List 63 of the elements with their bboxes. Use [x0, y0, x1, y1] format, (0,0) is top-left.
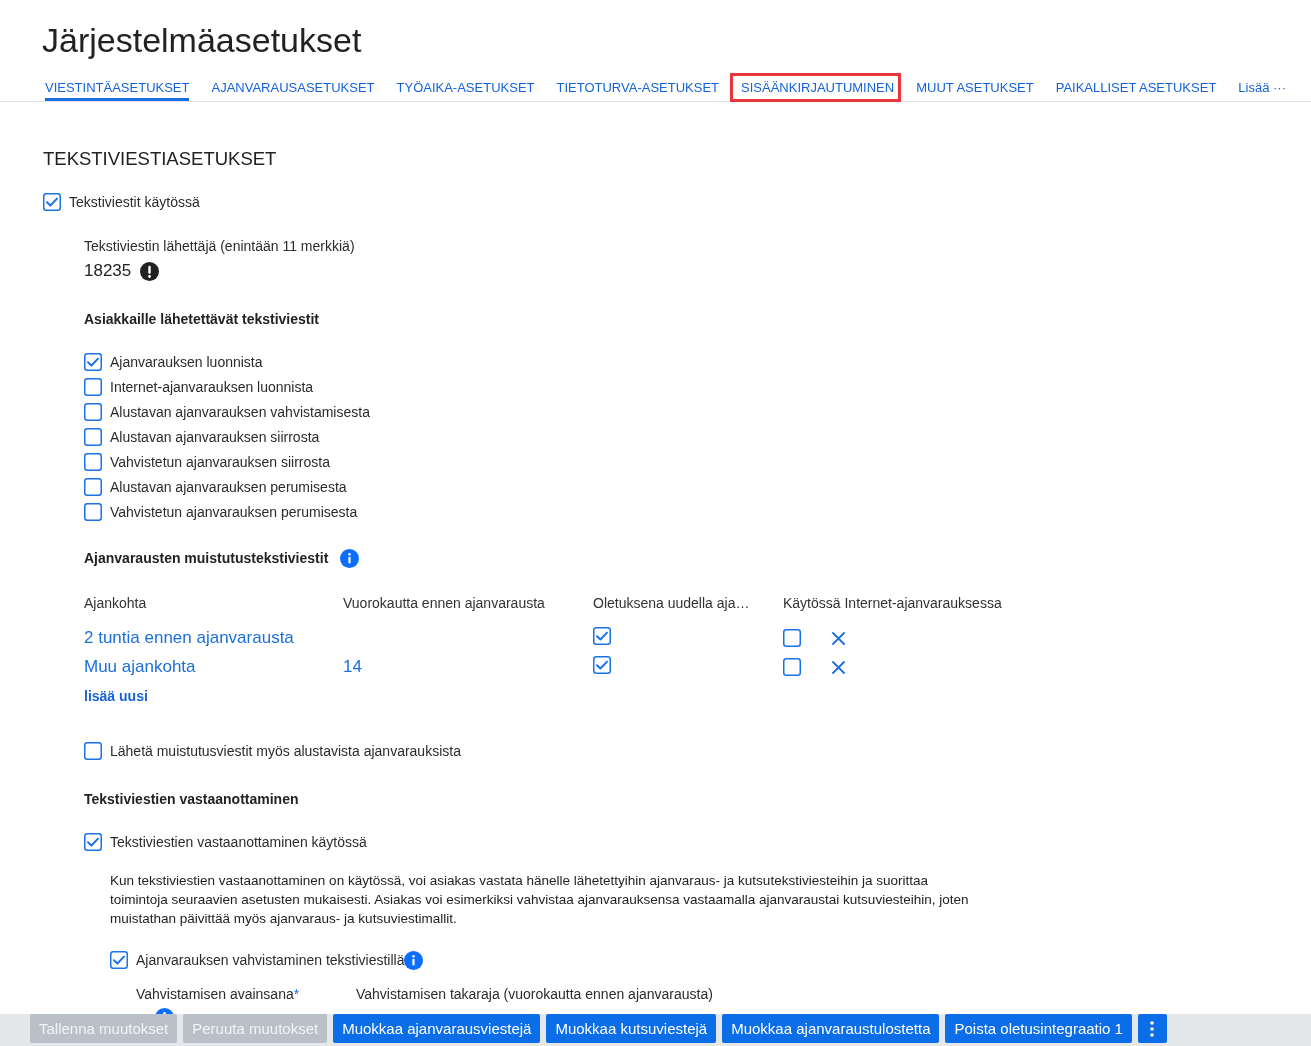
- add-new-link[interactable]: lisää uusi: [84, 686, 148, 706]
- subsection-heading: Tekstiviestien vastaanottaminen: [84, 790, 299, 809]
- checkbox-label: Alustavan ajanvarauksen vahvistamisesta: [110, 403, 370, 422]
- field-label: Vahvistamisen takaraja (vuorokautta ennen ajanvarausta): [356, 985, 714, 1004]
- checkbox-label: Tekstiviestit käytössä: [69, 193, 200, 212]
- exclamation-icon: [140, 261, 160, 281]
- action-button[interactable]: Poista oletusintegraatio 1: [945, 1014, 1132, 1043]
- tab[interactable]: MUUT ASETUKSET: [916, 76, 1034, 101]
- column-header: Ajankohta: [84, 594, 147, 613]
- subsection-heading: Asiakkaille lähetettävät tekstiviestit: [84, 310, 319, 329]
- page-title: Järjestelmäasetukset: [42, 20, 362, 60]
- checkbox[interactable]: [84, 453, 102, 471]
- checkbox[interactable]: [783, 629, 801, 647]
- tab[interactable]: AJANVARAUSASETUKSET: [211, 76, 375, 101]
- tab[interactable]: VIESTINTÄASETUKSET: [45, 76, 190, 101]
- checkbox[interactable]: [783, 658, 801, 676]
- checkbox[interactable]: [593, 627, 611, 645]
- checkbox-label: Lähetä muistutusviestit myös alustavista ajanvarauksista: [110, 742, 461, 761]
- checkbox-label: Alustavan ajanvarauksen siirrosta: [110, 428, 320, 447]
- days-link[interactable]: 14: [343, 657, 362, 676]
- action-button[interactable]: Muokkaa ajanvarausviestejä: [333, 1014, 541, 1043]
- section-heading: TEKSTIVIESTIASETUKSET: [43, 147, 277, 171]
- field-label: Vahvistamisen avainsana*: [136, 985, 301, 1004]
- close-icon[interactable]: [832, 660, 845, 674]
- checkbox-label: Tekstiviestien vastaanottaminen käytössä: [110, 833, 367, 852]
- checkbox-label: Ajanvarauksen luonnista: [110, 353, 263, 372]
- close-icon[interactable]: [832, 631, 845, 645]
- more-tabs-button[interactable]: Lisää ···: [1238, 76, 1286, 101]
- checkbox[interactable]: [84, 478, 102, 496]
- checkbox[interactable]: [84, 742, 102, 760]
- checkbox[interactable]: [84, 833, 102, 851]
- checkbox-label: Vahvistetun ajanvarauksen siirrosta: [110, 453, 330, 472]
- tab[interactable]: PAIKALLISET ASETUKSET: [1055, 76, 1217, 101]
- column-header: Oletuksena uudella aja…: [593, 594, 750, 613]
- action-button[interactable]: Muokkaa ajanvaraustulostetta: [722, 1014, 940, 1043]
- tab[interactable]: TIETOTURVA-ASETUKSET: [556, 76, 720, 101]
- description-text: Kun tekstiviestien vastaanottaminen on käytössä, voi asiakas vastata hänelle lähetettyihin ajanvaraus- ja kutsutekstiviesteihin ja suorittaa toimintoja seuraavien asetusten mukaisesti. Asiakas voi esimerkiksi vahvistaa ajanvarauksensa vastaamalla ajanvaraustai kutsuviesteihin, joten muistathan päivittää myös ajanvaraus- ja kutsuviestimallit.: [110, 871, 970, 928]
- timing-link[interactable]: Muu ajankohta: [84, 656, 196, 678]
- info-icon[interactable]: [404, 950, 424, 970]
- tab[interactable]: SISÄÄNKIRJAUTUMINEN: [741, 76, 895, 101]
- checkbox[interactable]: [593, 656, 611, 674]
- checkbox[interactable]: [43, 193, 61, 211]
- sender-value: 18235: [84, 261, 132, 281]
- tab[interactable]: TYÖAIKA-ASETUKSET: [396, 76, 535, 101]
- checkbox[interactable]: [84, 353, 102, 371]
- action-button[interactable]: Muokkaa kutsuviestejä: [546, 1014, 717, 1043]
- kebab-menu-icon: [1150, 1020, 1155, 1037]
- checkbox-label: Internet-ajanvarauksen luonnista: [110, 378, 314, 397]
- checkbox[interactable]: [84, 403, 102, 421]
- checkbox[interactable]: [84, 428, 102, 446]
- checkbox-label: Alustavan ajanvarauksen perumisesta: [110, 478, 347, 497]
- checkbox[interactable]: [84, 378, 102, 396]
- column-header: Vuorokautta ennen ajanvarausta: [343, 594, 545, 613]
- checkbox[interactable]: [110, 951, 128, 969]
- checkbox-label: Vahvistetun ajanvarauksen perumisesta: [110, 503, 358, 522]
- subsection-heading: Ajanvarausten muistutustekstiviestit: [84, 549, 329, 568]
- field-label: Tekstiviestin lähettäjä (enintään 11 merkkiä): [84, 237, 355, 256]
- checkbox-label: Ajanvarauksen vahvistaminen tekstiviestillä: [136, 951, 405, 970]
- info-icon[interactable]: [340, 548, 360, 568]
- more-options-button[interactable]: [1137, 1014, 1167, 1043]
- column-header: Käytössä Internet-ajanvarauksessa: [783, 594, 1002, 613]
- timing-link[interactable]: 2 tuntia ennen ajanvarausta: [84, 627, 294, 649]
- checkbox[interactable]: [84, 503, 102, 521]
